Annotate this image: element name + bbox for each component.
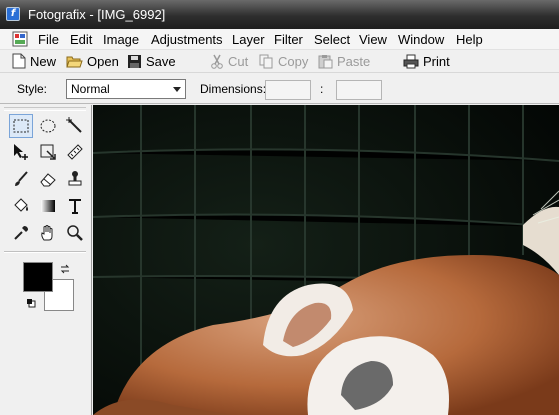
menu-window[interactable]: Window bbox=[398, 32, 444, 47]
width-field[interactable] bbox=[265, 80, 311, 100]
paste-button-label: Paste bbox=[337, 53, 371, 69]
dimensions-separator: : bbox=[320, 82, 324, 96]
menu-select[interactable]: Select bbox=[314, 32, 350, 47]
toolbox-separator bbox=[4, 251, 86, 253]
move-tool[interactable] bbox=[9, 140, 33, 164]
title-bar[interactable]: f Fotografix - [IMG_6992] bbox=[0, 0, 559, 29]
copy-icon bbox=[259, 54, 273, 68]
foreground-color-swatch[interactable] bbox=[23, 262, 53, 292]
open-button-label: Open bbox=[87, 53, 119, 69]
ruler-icon bbox=[67, 144, 83, 160]
gradient-icon bbox=[41, 200, 55, 212]
eraser-tool[interactable] bbox=[36, 167, 60, 191]
crop-tool[interactable] bbox=[36, 140, 60, 164]
zoom-tool[interactable] bbox=[63, 221, 87, 245]
rectangle-select-tool[interactable] bbox=[9, 114, 33, 138]
save-disk-icon bbox=[128, 54, 141, 68]
text-t-icon bbox=[69, 199, 81, 214]
magic-wand-icon bbox=[66, 117, 82, 133]
menu-layer[interactable]: Layer bbox=[232, 32, 265, 47]
style-select[interactable]: Normal bbox=[66, 79, 186, 99]
document-icon[interactable] bbox=[12, 31, 28, 47]
style-select-value: Normal bbox=[71, 82, 110, 96]
save-button[interactable]: Save bbox=[127, 52, 176, 70]
open-folder-icon bbox=[66, 56, 83, 67]
menu-filter[interactable]: Filter bbox=[274, 32, 303, 47]
swap-colors-icon[interactable] bbox=[59, 263, 71, 275]
new-document-icon bbox=[12, 53, 26, 69]
app-icon: f bbox=[6, 7, 20, 21]
copy-button-label: Copy bbox=[278, 53, 309, 69]
cut-button-label: Cut bbox=[228, 53, 249, 69]
clone-stamp-tool[interactable] bbox=[63, 167, 87, 191]
main-toolbar: New Open Save Cut Copy Paste Print bbox=[0, 50, 559, 72]
menu-adjustments[interactable]: Adjustments bbox=[151, 32, 223, 47]
eyedropper-tool[interactable] bbox=[9, 221, 33, 245]
menu-image[interactable]: Image bbox=[103, 32, 139, 47]
gradient-tool[interactable] bbox=[36, 194, 60, 218]
measure-tool[interactable] bbox=[63, 140, 87, 164]
magnifier-icon bbox=[67, 225, 83, 241]
window-title: Fotografix - [IMG_6992] bbox=[28, 7, 166, 22]
eraser-icon bbox=[40, 173, 56, 187]
default-colors-icon[interactable] bbox=[26, 298, 36, 308]
open-button[interactable]: Open bbox=[66, 52, 119, 70]
print-button-label: Print bbox=[423, 53, 450, 69]
save-button-label: Save bbox=[146, 53, 176, 69]
text-tool[interactable] bbox=[63, 194, 87, 218]
paste-button[interactable]: Paste bbox=[318, 52, 370, 70]
height-field[interactable] bbox=[336, 80, 382, 100]
print-button[interactable]: Print bbox=[403, 52, 450, 70]
image-canvas[interactable] bbox=[93, 105, 559, 415]
toolbox-panel bbox=[0, 105, 92, 415]
move-arrow-icon bbox=[14, 144, 28, 160]
paste-clipboard-icon bbox=[318, 54, 333, 68]
menu-bar: File Edit Image Adjustments Layer Filter… bbox=[0, 29, 559, 50]
menu-file[interactable]: File bbox=[38, 32, 59, 47]
dimensions-label: Dimensions: bbox=[200, 82, 267, 96]
hand-icon bbox=[41, 225, 53, 241]
ellipse-select-tool[interactable] bbox=[36, 114, 60, 138]
rectangle-select-icon bbox=[13, 119, 29, 133]
ellipse-select-icon bbox=[40, 119, 56, 133]
red-panda-photo bbox=[93, 105, 559, 415]
new-button[interactable]: New bbox=[12, 52, 56, 70]
stamp-icon bbox=[68, 171, 82, 186]
tool-options-bar: Style: Normal Dimensions: : bbox=[0, 72, 559, 104]
new-button-label: New bbox=[30, 53, 57, 69]
brush-tool[interactable] bbox=[9, 167, 33, 191]
paint-bucket-icon bbox=[14, 198, 28, 212]
copy-button[interactable]: Copy bbox=[259, 52, 308, 70]
magic-wand-tool[interactable] bbox=[63, 114, 87, 138]
printer-icon bbox=[403, 54, 419, 68]
menu-edit[interactable]: Edit bbox=[70, 32, 92, 47]
fill-bucket-tool[interactable] bbox=[9, 194, 33, 218]
style-label: Style: bbox=[17, 82, 48, 96]
menu-view[interactable]: View bbox=[359, 32, 387, 47]
scissors-icon bbox=[211, 54, 223, 69]
eyedropper-icon bbox=[14, 226, 28, 240]
toolbox-grip[interactable] bbox=[4, 107, 86, 111]
cut-button[interactable]: Cut bbox=[210, 52, 248, 70]
hand-tool[interactable] bbox=[36, 221, 60, 245]
dropdown-arrow-icon bbox=[173, 87, 181, 92]
menu-help[interactable]: Help bbox=[456, 32, 483, 47]
crop-icon bbox=[40, 144, 56, 160]
brush-icon bbox=[15, 171, 28, 186]
